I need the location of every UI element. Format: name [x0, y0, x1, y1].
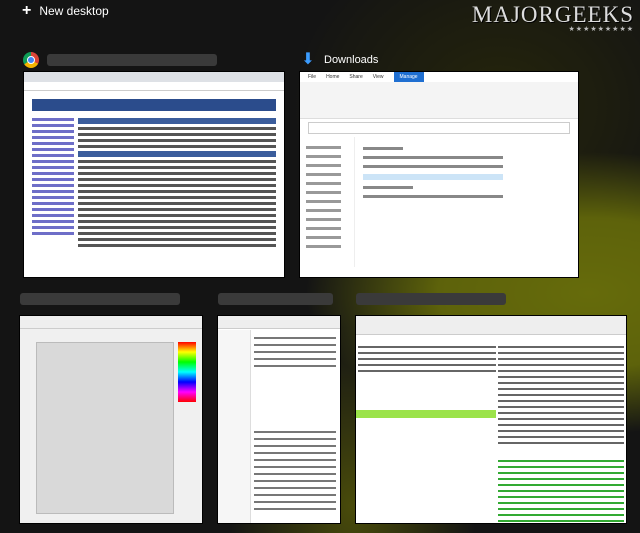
thunderbird-caption[interactable] [218, 293, 333, 305]
new-desktop-button[interactable]: + New desktop [22, 3, 109, 19]
filezilla-title-blurred [356, 293, 506, 305]
explorer-addressbar [308, 122, 570, 134]
chrome-sidebar [32, 115, 74, 250]
chrome-addressbar [24, 82, 284, 91]
filezilla-remote-pane [498, 342, 624, 448]
thunderbird-title-blurred [218, 293, 333, 305]
chrome-tabstrip [24, 72, 284, 82]
chrome-icon [23, 52, 39, 68]
tab-manage: Manage [393, 72, 424, 82]
filezilla-caption[interactable] [356, 293, 506, 305]
filezilla-toolbar [356, 316, 626, 335]
chrome-page-header [32, 99, 276, 111]
explorer-ribbon [300, 82, 578, 119]
downloads-title: Downloads [324, 54, 379, 66]
thunderbird-message-list [254, 332, 336, 372]
paint-color-palette [178, 342, 196, 402]
chrome-thumbnail[interactable] [24, 72, 284, 277]
downloads-caption[interactable]: ⬇ Downloads [300, 52, 378, 68]
plus-icon: + [22, 2, 32, 19]
paint-caption[interactable] [20, 293, 180, 305]
paint-thumbnail[interactable] [20, 316, 202, 523]
tab-file: File [308, 74, 317, 80]
filezilla-status-bar [356, 410, 496, 418]
paint-toolbar [20, 316, 202, 329]
thunderbird-folder-pane [218, 330, 251, 523]
explorer-ribbon-tabs: File Home Share View Manage [300, 72, 578, 82]
new-desktop-label: New desktop [39, 4, 109, 18]
downloads-thumbnail[interactable]: File Home Share View Manage [300, 72, 578, 277]
paint-title-blurred [20, 293, 180, 305]
thunderbird-message-body [254, 426, 336, 515]
explorer-nav-pane [300, 137, 355, 267]
thunderbird-toolbar [218, 316, 340, 329]
filezilla-log [498, 456, 624, 523]
chrome-title-blurred [47, 54, 217, 66]
chrome-caption[interactable] [23, 52, 217, 68]
paint-canvas [36, 342, 174, 514]
tab-share: Share [349, 74, 363, 80]
thunderbird-thumbnail[interactable] [218, 316, 340, 523]
tab-view: View [372, 74, 384, 80]
explorer-file-list [355, 137, 578, 267]
chrome-content [78, 115, 276, 250]
filezilla-thumbnail[interactable] [356, 316, 626, 523]
majorgeeks-watermark: MAJORGEEKS ★★★★★★★★★ [472, 2, 634, 33]
tab-home: Home [326, 74, 340, 80]
filezilla-local-pane [358, 342, 496, 376]
download-arrow-icon: ⬇ [301, 51, 315, 68]
